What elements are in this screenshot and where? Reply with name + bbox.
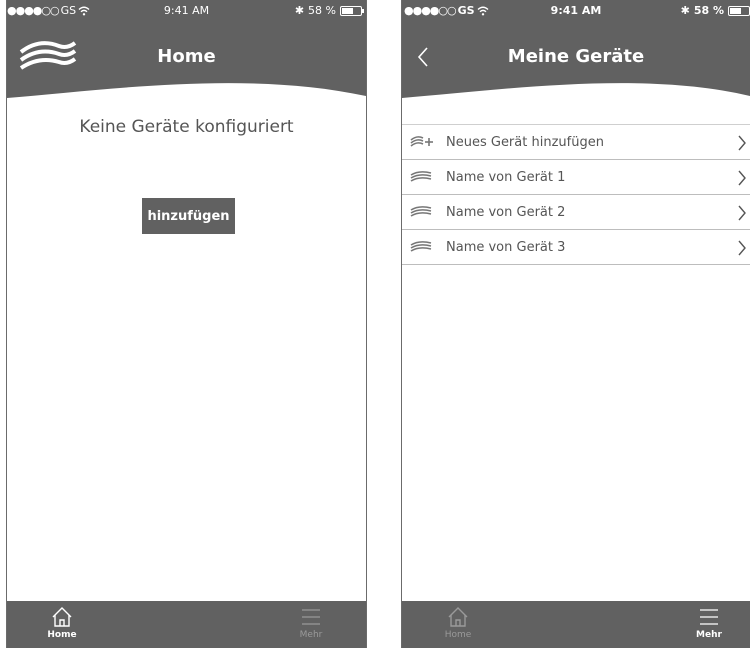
tab-home-label: Home [444, 630, 472, 640]
list-item-add-device[interactable]: Neues Gerät hinzufügen [402, 125, 750, 160]
list-item-label: Neues Gerät hinzufügen [446, 134, 604, 150]
add-device-icon [410, 135, 436, 149]
list-item-label: Name von Gerät 3 [446, 239, 566, 255]
status-bar: ●●●●○○ GS 9:41 AM ✱ 58 % [402, 0, 750, 20]
menu-icon [302, 609, 320, 625]
tab-bar: Home Mehr [402, 601, 750, 648]
home-screen: ●●●●○○ GS 9:41 AM ✱ 58 % Home Keine Gerä… [6, 0, 367, 648]
menu-icon [700, 609, 718, 625]
tab-home[interactable]: Home [428, 606, 488, 646]
list-item-device-2[interactable]: Name von Gerät 2 [402, 195, 750, 230]
bluetooth-icon: ✱ [294, 4, 305, 17]
tab-home-label: Home [47, 630, 77, 640]
chevron-right-icon [738, 240, 746, 256]
page-title: Meine Geräte [507, 46, 645, 67]
battery-icon [728, 5, 750, 16]
page-title: Home [157, 46, 216, 67]
status-right: ✱ 58 % [294, 4, 364, 17]
tab-more[interactable]: Mehr [679, 606, 739, 646]
device-wave-icon [410, 170, 436, 184]
tab-home[interactable]: Home [32, 606, 92, 646]
home-icon [448, 607, 468, 627]
empty-state-message: Keine Geräte konfiguriert [79, 117, 294, 137]
add-device-button[interactable]: hinzufügen [142, 198, 235, 234]
header-wave [402, 83, 750, 100]
status-bar: ●●●●○○ GS 9:41 AM ✱ 58 % [7, 0, 366, 20]
device-list: Neues Gerät hinzufügen Name von Gerät 1 [402, 124, 750, 265]
bluetooth-icon: ✱ [680, 4, 690, 17]
device-wave-icon [410, 240, 436, 254]
status-right: ✱ 58 % [681, 4, 750, 17]
list-item-label: Name von Gerät 1 [446, 169, 566, 185]
list-item-device-1[interactable]: Name von Gerät 1 [402, 160, 750, 195]
header-wave [7, 83, 366, 100]
tab-bar: Home Mehr [7, 601, 366, 648]
list-item-device-3[interactable]: Name von Gerät 3 [402, 230, 750, 265]
chevron-right-icon [738, 205, 746, 221]
device-wave-icon [410, 205, 436, 219]
header: ●●●●○○ GS 9:41 AM ✱ 58 % Meine Geräte [402, 0, 750, 100]
battery-percent: 58 % [693, 4, 724, 17]
chevron-right-icon [738, 170, 746, 186]
chevron-right-icon [738, 135, 746, 151]
home-icon [52, 607, 72, 627]
tab-more-label: Mehr [299, 630, 323, 640]
tab-more[interactable]: Mehr [281, 606, 341, 646]
list-item-label: Name von Gerät 2 [446, 204, 566, 220]
devices-screen: ●●●●○○ GS 9:41 AM ✱ 58 % Meine Geräte Ne… [401, 0, 750, 648]
tab-more-label: Mehr [696, 630, 722, 640]
header: ●●●●○○ GS 9:41 AM ✱ 58 % Home [7, 0, 366, 100]
battery-percent: 58 % [308, 4, 336, 17]
battery-icon [340, 5, 364, 16]
